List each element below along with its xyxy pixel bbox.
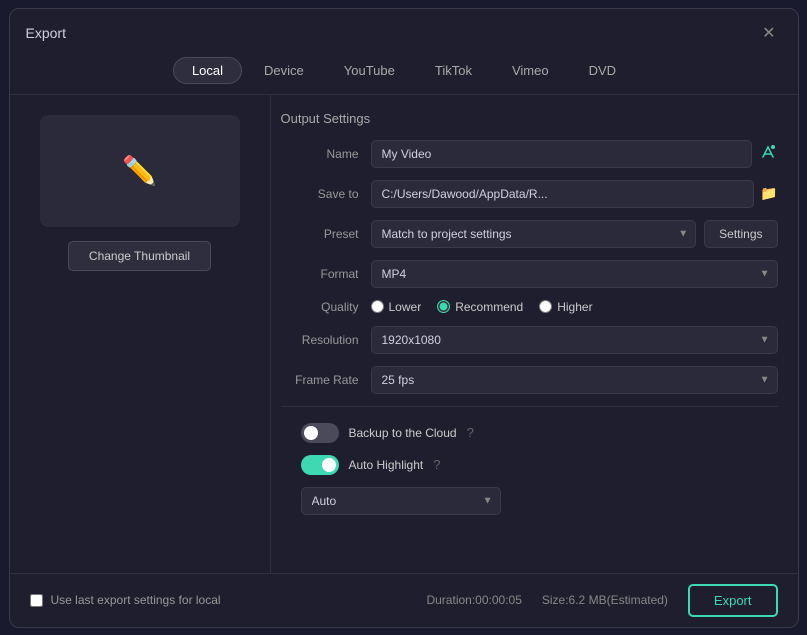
- tab-youtube[interactable]: YouTube: [326, 57, 413, 84]
- quality-recommend-radio[interactable]: [437, 300, 450, 313]
- preset-select[interactable]: Match to project settings: [371, 220, 697, 248]
- frame-rate-select[interactable]: 25 fps 30 fps 60 fps: [371, 366, 778, 394]
- format-row: Format MP4 MOV AVI ▼: [281, 260, 778, 288]
- backup-toggle-slider[interactable]: [301, 423, 339, 443]
- section-title: Output Settings: [281, 111, 778, 126]
- toggle-section: Backup to the Cloud ? Auto Highlight ?: [281, 419, 778, 527]
- frame-rate-label: Frame Rate: [281, 373, 371, 387]
- dialog-title: Export: [26, 25, 66, 41]
- save-to-row: Save to 📁: [281, 180, 778, 208]
- name-input[interactable]: [371, 140, 752, 168]
- quality-higher-option[interactable]: Higher: [539, 300, 592, 314]
- auto-select-wrap: Auto ▼: [301, 487, 501, 515]
- tab-tiktok[interactable]: TikTok: [417, 57, 490, 84]
- backup-toggle[interactable]: [301, 423, 339, 443]
- name-label: Name: [281, 147, 371, 161]
- preset-label: Preset: [281, 227, 371, 241]
- quality-lower-option[interactable]: Lower: [371, 300, 422, 314]
- tab-device[interactable]: Device: [246, 57, 322, 84]
- resolution-select[interactable]: 1920x1080 1280x720 3840x2160: [371, 326, 778, 354]
- last-settings-checkbox[interactable]: [30, 594, 43, 607]
- tab-bar: Local Device YouTube TikTok Vimeo DVD: [10, 53, 798, 95]
- duration-label: Duration:00:00:05: [426, 593, 521, 607]
- quality-row: Quality Lower Recommend Higher: [281, 300, 778, 314]
- footer-right: Duration:00:00:05 Size:6.2 MB(Estimated)…: [426, 584, 777, 617]
- left-panel: ✏️ Change Thumbnail: [10, 95, 270, 573]
- backup-toggle-row: Backup to the Cloud ?: [281, 423, 778, 443]
- name-row: Name: [281, 140, 778, 168]
- quality-higher-radio[interactable]: [539, 300, 552, 313]
- last-settings-label: Use last export settings for local: [51, 593, 221, 607]
- folder-button[interactable]: 📁: [760, 185, 777, 202]
- close-button[interactable]: ✕: [756, 21, 781, 45]
- auto-highlight-toggle[interactable]: [301, 455, 339, 475]
- name-input-group: [371, 140, 778, 168]
- size-label: Size:6.2 MB(Estimated): [542, 593, 668, 607]
- auto-select-row: Auto ▼: [281, 487, 778, 515]
- footer: Use last export settings for local Durat…: [10, 573, 798, 627]
- export-dialog: Export ✕ Local Device YouTube TikTok Vim…: [9, 8, 799, 628]
- change-thumbnail-button[interactable]: Change Thumbnail: [68, 241, 211, 271]
- save-to-input[interactable]: [371, 180, 755, 208]
- settings-button[interactable]: Settings: [704, 220, 777, 248]
- tab-dvd[interactable]: DVD: [571, 57, 634, 84]
- format-select-wrap: MP4 MOV AVI ▼: [371, 260, 778, 288]
- resolution-select-wrap: 1920x1080 1280x720 3840x2160 ▼: [371, 326, 778, 354]
- auto-highlight-toggle-slider[interactable]: [301, 455, 339, 475]
- export-button[interactable]: Export: [688, 584, 778, 617]
- format-label: Format: [281, 267, 371, 281]
- footer-left: Use last export settings for local: [30, 593, 221, 607]
- frame-rate-row: Frame Rate 25 fps 30 fps 60 fps ▼: [281, 366, 778, 394]
- tab-vimeo[interactable]: Vimeo: [494, 57, 567, 84]
- save-to-input-group: 📁: [371, 180, 778, 208]
- quality-label: Quality: [281, 300, 371, 314]
- save-to-label: Save to: [281, 187, 371, 201]
- quality-higher-label: Higher: [557, 300, 592, 314]
- title-bar: Export ✕: [10, 9, 798, 53]
- resolution-label: Resolution: [281, 333, 371, 347]
- quality-recommend-label: Recommend: [455, 300, 523, 314]
- preset-row: Preset Match to project settings ▼ Setti…: [281, 220, 778, 248]
- right-panel: Output Settings Name Save to: [270, 95, 798, 573]
- tab-local[interactable]: Local: [173, 57, 242, 84]
- auto-highlight-label: Auto Highlight: [349, 458, 424, 472]
- quality-lower-radio[interactable]: [371, 300, 384, 313]
- divider: [281, 406, 778, 407]
- thumbnail-preview: ✏️: [40, 115, 240, 227]
- content-area: ✏️ Change Thumbnail Output Settings Name: [10, 95, 798, 573]
- auto-highlight-help-icon[interactable]: ?: [433, 457, 440, 472]
- edit-icon: ✏️: [122, 154, 157, 187]
- resolution-row: Resolution 1920x1080 1280x720 3840x2160 …: [281, 326, 778, 354]
- auto-highlight-toggle-row: Auto Highlight ?: [281, 455, 778, 475]
- quality-lower-label: Lower: [389, 300, 422, 314]
- quality-recommend-option[interactable]: Recommend: [437, 300, 523, 314]
- quality-options: Lower Recommend Higher: [371, 300, 593, 314]
- frame-rate-select-wrap: 25 fps 30 fps 60 fps ▼: [371, 366, 778, 394]
- backup-help-icon[interactable]: ?: [467, 425, 474, 440]
- ai-name-button[interactable]: [758, 142, 778, 165]
- backup-label: Backup to the Cloud: [349, 426, 457, 440]
- auto-select[interactable]: Auto: [301, 487, 501, 515]
- format-select[interactable]: MP4 MOV AVI: [371, 260, 778, 288]
- preset-select-wrap: Match to project settings ▼: [371, 220, 697, 248]
